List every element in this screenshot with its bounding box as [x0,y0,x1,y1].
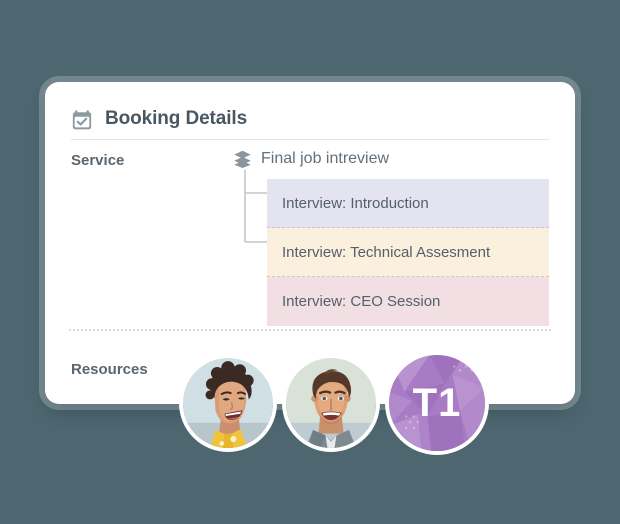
service-session-list: Interview: Introduction Interview: Techn… [267,179,549,326]
service-field-label: Service [71,152,125,169]
booking-details-card: Booking Details Service Final job intrev… [45,82,575,451]
session-row[interactable]: Interview: Technical Assesment [267,228,549,277]
avatar-initials-label: T1 [412,380,462,425]
service-value-text: Final job intreview [261,149,390,167]
resources-avatar-list: T1 [183,355,485,451]
avatar-photo-woman[interactable] [183,358,273,448]
page-title: Booking Details [105,107,248,129]
session-label: Interview: Introduction [282,194,429,212]
stack-layers-icon [233,149,252,168]
session-label: Interview: CEO Session [282,293,441,310]
session-label: Interview: Technical Assesment [282,243,491,261]
session-row[interactable]: Interview: Introduction [267,179,549,228]
calendar-check-icon [71,109,93,131]
card-header: Booking Details [71,100,549,140]
avatar-initials-t1[interactable]: T1 [389,355,485,451]
resources-field-label: Resources [71,361,148,378]
resources-divider [69,329,551,331]
service-value[interactable]: Final job intreview [233,149,389,168]
avatar-photo-man[interactable] [286,358,376,448]
session-row[interactable]: Interview: CEO Session [267,277,549,326]
